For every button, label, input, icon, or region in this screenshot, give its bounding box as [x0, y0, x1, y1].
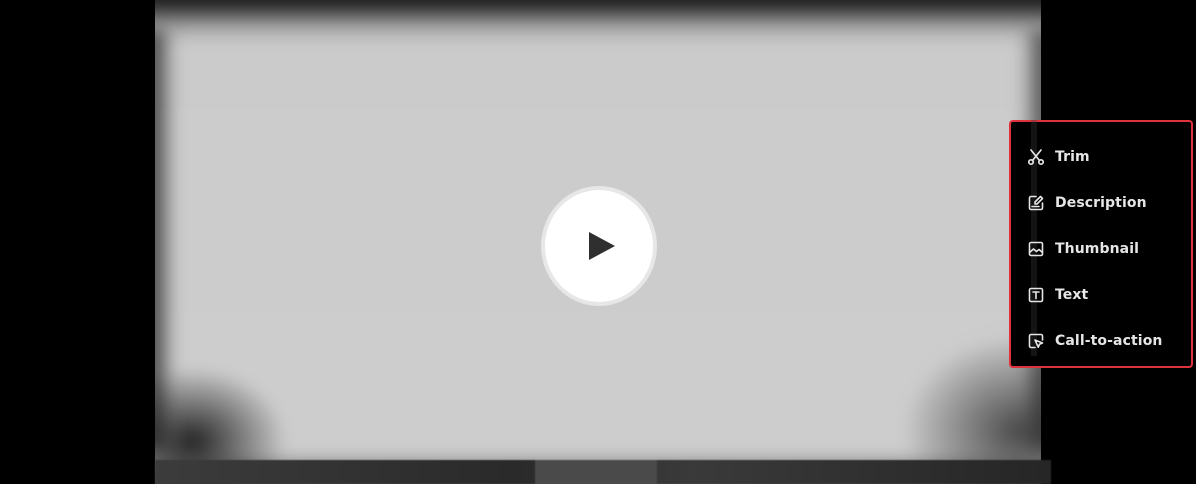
cursor-click-icon: [1027, 332, 1045, 350]
text-box-icon: [1027, 286, 1045, 304]
menu-item-trim[interactable]: Trim: [1027, 146, 1090, 168]
scissors-icon: [1027, 148, 1045, 166]
menu-item-label: Description: [1055, 195, 1147, 211]
edit-menu: Trim Description Thumbnail Text Call-to-…: [1009, 120, 1193, 368]
menu-item-description[interactable]: Description: [1027, 192, 1147, 214]
edit-note-icon: [1027, 194, 1045, 212]
menu-item-label: Call-to-action: [1055, 333, 1163, 349]
menu-item-thumbnail[interactable]: Thumbnail: [1027, 238, 1139, 260]
play-icon: [589, 232, 615, 260]
menu-item-call-to-action[interactable]: Call-to-action: [1027, 330, 1162, 352]
progress-strip-segment: [535, 460, 657, 484]
image-icon: [1027, 240, 1045, 258]
play-button[interactable]: [545, 190, 653, 302]
menu-item-label: Thumbnail: [1055, 241, 1140, 257]
video-frame-left-shade: [155, 30, 175, 450]
menu-item-label: Trim: [1055, 149, 1090, 165]
video-progress-strip[interactable]: [155, 460, 1051, 484]
menu-item-label: Text: [1055, 287, 1089, 303]
video-editor-stage: Trim Description Thumbnail Text Call-to-…: [0, 0, 1196, 484]
menu-item-text[interactable]: Text: [1027, 284, 1088, 306]
